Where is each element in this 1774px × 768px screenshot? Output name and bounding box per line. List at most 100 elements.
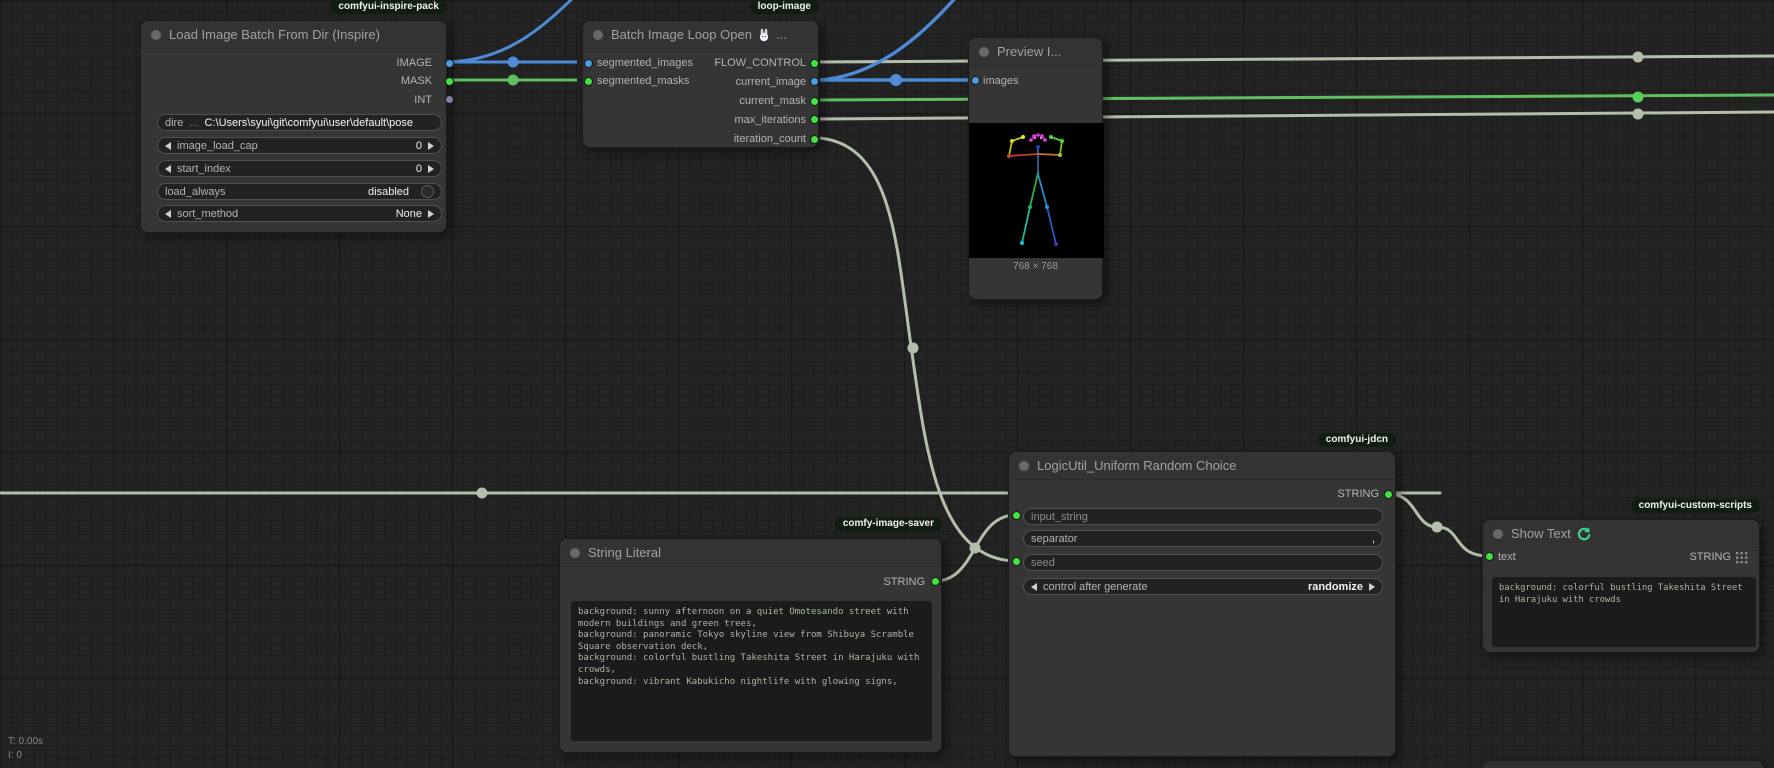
- node-string-literal[interactable]: String Literal STRING background: sunny …: [559, 538, 942, 753]
- control-after-generate-widget[interactable]: control after generate randomize: [1023, 578, 1383, 595]
- output-port-current-mask[interactable]: [810, 97, 819, 106]
- widget-label: separator: [1031, 533, 1077, 545]
- node-graph-canvas[interactable]: comfyui-inspire-pack loop-image comfyui-…: [0, 0, 1774, 768]
- widget-label: input_string: [1031, 511, 1088, 523]
- widget-value: C:\Users\syui\git\comfyui\user\default\p…: [205, 117, 413, 129]
- wire-max-iterations[interactable]: [820, 112, 1774, 119]
- decrement-arrow-icon[interactable]: [165, 210, 171, 218]
- output-port-iteration-count[interactable]: [810, 135, 819, 144]
- input-label-segmented-masks: segmented_masks: [597, 75, 689, 88]
- link-dot: [1633, 109, 1644, 120]
- output-port-current-image[interactable]: [810, 77, 819, 86]
- decrement-arrow-icon[interactable]: [1031, 583, 1037, 591]
- start-index-widget[interactable]: start_index 0: [157, 160, 442, 177]
- wire-current-image-up[interactable]: [820, 0, 957, 80]
- node-badge: comfyui-custom-scripts: [1631, 499, 1760, 513]
- status-time: T: 0.00s: [8, 735, 43, 749]
- wire-flow-control[interactable]: [820, 56, 1774, 62]
- image-size-label: 768 × 768: [969, 261, 1102, 272]
- output-label-current-image: current_image: [736, 76, 806, 89]
- input-port-input-string[interactable]: [1012, 511, 1021, 520]
- partial-node-bottom-right[interactable]: [1482, 760, 1764, 768]
- output-port-int[interactable]: [445, 95, 454, 104]
- increment-arrow-icon[interactable]: [428, 142, 434, 150]
- node-title-bar[interactable]: Load Image Batch From Dir (Inspire): [141, 21, 446, 49]
- node-title-bar[interactable]: Batch Image Loop Open ...: [583, 21, 818, 49]
- input-port-images[interactable]: [971, 76, 980, 85]
- output-port-mask[interactable]: [445, 77, 454, 86]
- increment-arrow-icon[interactable]: [428, 165, 434, 173]
- node-load-image-batch[interactable]: Load Image Batch From Dir (Inspire) IMAG…: [140, 20, 447, 233]
- node-title-bar[interactable]: Preview I...: [969, 38, 1102, 66]
- sort-method-widget[interactable]: sort_method None: [157, 205, 442, 222]
- input-port-segmented-masks[interactable]: [584, 77, 593, 86]
- decrement-arrow-icon[interactable]: [165, 165, 171, 173]
- node-title-bar[interactable]: Show Text: [1483, 520, 1759, 548]
- collapse-dot-icon[interactable]: [593, 30, 603, 40]
- input-port-seed[interactable]: [1012, 557, 1021, 566]
- node-title: Show Text: [1511, 526, 1571, 541]
- widget-value: ,: [1372, 533, 1375, 545]
- load-always-widget[interactable]: load_always disabled: [157, 183, 442, 200]
- output-label-flow-control: FLOW_CONTROL: [714, 57, 806, 70]
- output-label-mask: MASK: [401, 75, 432, 88]
- input-port-text[interactable]: [1485, 552, 1494, 561]
- link-dot: [908, 343, 919, 354]
- wire-current-mask[interactable]: [820, 95, 1774, 100]
- seed-widget[interactable]: seed: [1023, 554, 1383, 571]
- link-dot: [970, 543, 981, 554]
- node-logicutil-uniform-random-choice[interactable]: LogicUtil_Uniform Random Choice STRING i…: [1008, 451, 1396, 757]
- node-batch-image-loop-open[interactable]: Batch Image Loop Open ... segmented_imag…: [582, 20, 819, 148]
- input-label-images: images: [983, 75, 1018, 88]
- node-preview-image[interactable]: Preview I... images: [968, 37, 1103, 300]
- output-port-string[interactable]: [1384, 490, 1393, 499]
- collapse-dot-icon[interactable]: [570, 548, 580, 558]
- link-dot: [1432, 522, 1443, 533]
- output-port-string[interactable]: [931, 577, 940, 586]
- node-title-bar[interactable]: String Literal: [560, 539, 941, 567]
- link-dot: [1633, 52, 1644, 63]
- openpose-skeleton: [969, 123, 1104, 258]
- input-string-widget[interactable]: input_string: [1023, 508, 1383, 525]
- node-title: String Literal: [588, 545, 661, 560]
- increment-arrow-icon[interactable]: [1369, 583, 1375, 591]
- widget-value: disabled: [368, 186, 409, 198]
- widget-value: None: [396, 208, 422, 220]
- show-text-textarea[interactable]: background: colorful bustling Takeshita …: [1492, 577, 1756, 647]
- widget-label: image_load_cap: [177, 140, 258, 152]
- separator-widget[interactable]: separator ,: [1023, 530, 1383, 547]
- collapse-dot-icon[interactable]: [1493, 529, 1503, 539]
- node-title: Load Image Batch From Dir (Inspire): [169, 27, 380, 42]
- widget-label: start_index: [177, 163, 231, 175]
- increment-arrow-icon[interactable]: [428, 210, 434, 218]
- string-textarea[interactable]: background: sunny afternoon on a quiet O…: [571, 601, 932, 741]
- node-badge: comfyui-inspire-pack: [330, 0, 447, 14]
- link-dot: [477, 488, 488, 499]
- node-show-text[interactable]: Show Text text STRING background: colorf…: [1482, 519, 1760, 653]
- widget-value: randomize: [1308, 581, 1363, 593]
- widget-value: 0: [416, 163, 422, 175]
- wire-image-up[interactable]: [449, 0, 575, 62]
- link-dot: [508, 75, 519, 86]
- grid-output-icon[interactable]: [1736, 552, 1748, 564]
- directory-widget[interactable]: dire ... C:\Users\syui\git\comfyui\user\…: [157, 114, 442, 131]
- output-port-image[interactable]: [445, 59, 454, 68]
- swirl-icon: [1577, 527, 1591, 541]
- toggle-knob-icon[interactable]: [421, 185, 434, 198]
- image-load-cap-widget[interactable]: image_load_cap 0: [157, 137, 442, 154]
- node-title: Batch Image Loop Open: [611, 27, 752, 42]
- widget-label: seed: [1031, 557, 1055, 569]
- output-label-image: IMAGE: [397, 57, 432, 70]
- collapse-dot-icon[interactable]: [979, 47, 989, 57]
- node-title-bar[interactable]: LogicUtil_Uniform Random Choice: [1009, 452, 1395, 480]
- node-title: LogicUtil_Uniform Random Choice: [1037, 458, 1236, 473]
- collapse-dot-icon[interactable]: [1019, 461, 1029, 471]
- widget-label: dire: [165, 117, 183, 129]
- collapse-dot-icon[interactable]: [151, 30, 161, 40]
- decrement-arrow-icon[interactable]: [165, 142, 171, 150]
- output-port-flow-control[interactable]: [810, 59, 819, 68]
- node-badge: loop-image: [750, 0, 819, 14]
- output-port-max-iterations[interactable]: [810, 115, 819, 124]
- input-label-segmented-images: segmented_images: [597, 57, 693, 70]
- input-port-segmented-images[interactable]: [584, 59, 593, 68]
